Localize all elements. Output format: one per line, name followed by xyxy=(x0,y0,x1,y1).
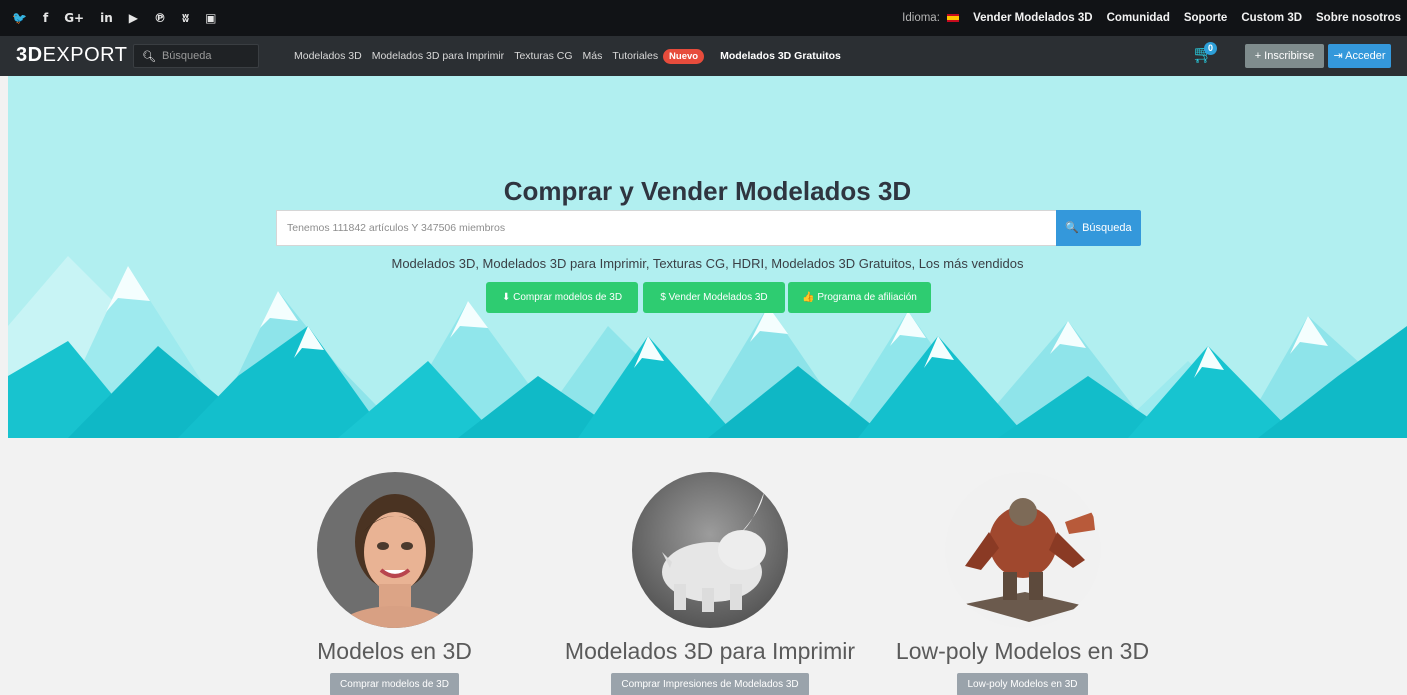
main-nav: Modelados 3D Modelados 3D para Imprimir … xyxy=(294,36,841,76)
top-link-about[interactable]: Sobre nosotros xyxy=(1316,12,1401,24)
logo-bold-text: 3D xyxy=(16,44,43,66)
affiliate-program-button[interactable]: 👍 Programa de afiliación xyxy=(788,282,931,313)
nav-item-textures[interactable]: Texturas CG xyxy=(514,50,572,62)
card-3d-print: Modelados 3D para Imprimir Comprar Impre… xyxy=(550,472,870,695)
card-title: Modelados 3D para Imprimir xyxy=(564,638,856,664)
site-logo[interactable]: 3DEXPORT xyxy=(16,44,127,67)
cart-count-badge: 0 xyxy=(1204,42,1217,55)
instagram-icon[interactable]: ▣ xyxy=(205,11,216,25)
header-search-input[interactable] xyxy=(161,50,252,62)
hero-search-button[interactable]: 🔍 Búsqueda xyxy=(1056,210,1141,246)
sell-models-button[interactable]: $ Vender Modelados 3D xyxy=(643,282,785,313)
buy-3d-prints-button[interactable]: Comprar Impresiones de Modelados 3D xyxy=(611,673,809,695)
facebook-icon[interactable]: f xyxy=(43,11,48,25)
nav-item-tutorials[interactable]: Tutoriales Nuevo xyxy=(612,49,705,64)
twitter-icon[interactable]: 🐦 xyxy=(12,11,27,25)
lowpoly-models-button[interactable]: Low-poly Modelos en 3D xyxy=(957,673,1088,695)
nav-item-3d-models[interactable]: Modelados 3D xyxy=(294,50,362,62)
language-selector[interactable]: Idioma: xyxy=(902,12,960,24)
rhino-sculpture-illustration xyxy=(632,472,788,628)
logo-rest-text: EXPORT xyxy=(42,44,128,66)
login-button[interactable]: ⇥ Acceder xyxy=(1328,44,1391,68)
nav-item-free-models[interactable]: Modelados 3D Gratuitos xyxy=(720,50,841,62)
nav-item-3d-print[interactable]: Modelados 3D para Imprimir xyxy=(372,50,504,62)
social-links: 🐦 f G+ in ▶ ℗ ʬ ▣ xyxy=(12,0,216,36)
header-search: 🔍︎ xyxy=(133,44,259,68)
card-low-poly: Low-poly Modelos en 3D Low-poly Modelos … xyxy=(890,472,1155,695)
top-link-custom-3d[interactable]: Custom 3D xyxy=(1241,12,1302,24)
vk-icon[interactable]: ʬ xyxy=(182,11,189,25)
card-title: Modelos en 3D xyxy=(317,638,472,664)
google-plus-icon[interactable]: G+ xyxy=(64,11,84,25)
warrior-illustration xyxy=(944,472,1101,628)
signup-button[interactable]: + Inscribirse xyxy=(1245,44,1324,68)
hero-title: Comprar y Vender Modelados 3D xyxy=(503,176,912,206)
cart-button[interactable]: 🛒︎ 0 xyxy=(1192,42,1218,68)
top-link-community[interactable]: Comunidad xyxy=(1107,12,1170,24)
rhino-print-model-image[interactable] xyxy=(632,472,788,628)
hero-categories-text: Modelados 3D, Modelados 3D para Imprimir… xyxy=(391,256,1024,271)
search-icon: 🔍︎ xyxy=(142,50,156,63)
main-header: 3DEXPORT 🔍︎ Modelados 3D Modelados 3D pa… xyxy=(0,36,1407,76)
youtube-icon[interactable]: ▶ xyxy=(129,11,138,25)
nav-item-more[interactable]: Más xyxy=(583,50,603,62)
spain-flag-icon xyxy=(947,13,960,22)
hero-search-box xyxy=(276,210,1057,246)
top-nav: Idioma: Vender Modelados 3D Comunidad So… xyxy=(902,0,1401,36)
language-label: Idioma: xyxy=(902,12,940,24)
warrior-lowpoly-model-image[interactable] xyxy=(944,472,1101,628)
pinterest-icon[interactable]: ℗ xyxy=(154,11,166,25)
buy-models-button[interactable]: ⬇ Comprar modelos de 3D xyxy=(486,282,638,313)
buy-3d-models-button[interactable]: Comprar modelos de 3D xyxy=(330,673,459,695)
top-link-sell[interactable]: Vender Modelados 3D xyxy=(973,12,1093,24)
top-bar: 🐦 f G+ in ▶ ℗ ʬ ▣ Idioma: Vender Modelad… xyxy=(0,0,1407,36)
top-link-support[interactable]: Soporte xyxy=(1184,12,1227,24)
woman-portrait-illustration xyxy=(316,472,473,628)
hero-search-input[interactable] xyxy=(287,222,1056,234)
card-3d-models: Modelos en 3D Comprar modelos de 3D xyxy=(272,472,517,695)
nav-item-tutorials-label: Tutoriales xyxy=(612,50,659,62)
woman-3d-model-image[interactable] xyxy=(316,472,473,628)
hero-banner: Comprar y Vender Modelados 3D 🔍 Búsqueda… xyxy=(8,76,1407,438)
new-badge: Nuevo xyxy=(663,49,705,64)
card-title: Low-poly Modelos en 3D xyxy=(895,638,1150,664)
linkedin-icon[interactable]: in xyxy=(100,11,113,25)
